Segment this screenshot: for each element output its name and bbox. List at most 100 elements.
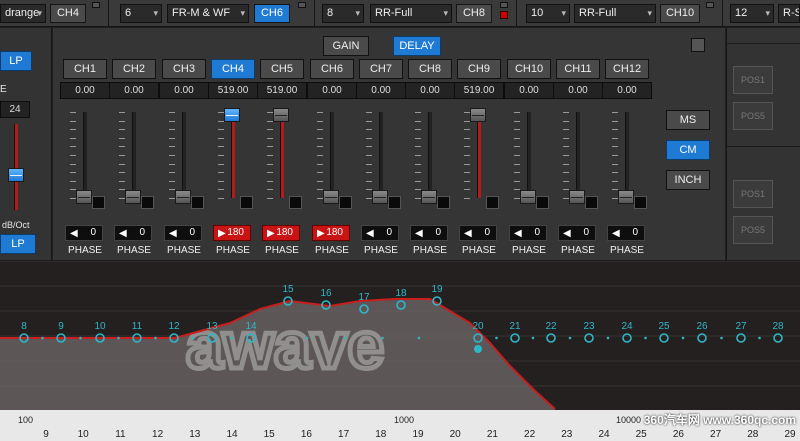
phase-toggle-button[interactable]: ▶ 180 <box>312 225 350 241</box>
delay-slider-handle[interactable] <box>421 190 437 204</box>
channel-number-dropdown[interactable]: 10 ▾ <box>526 4 570 23</box>
eq-band-node[interactable]: 27 <box>735 321 761 343</box>
channel-number-dropdown[interactable]: 6 ▾ <box>120 4 162 23</box>
selected-band-marker[interactable] <box>474 345 482 353</box>
phase-toggle-button[interactable]: ◀ 0 <box>509 225 547 241</box>
position-preset-button[interactable]: POS1 <box>733 66 773 94</box>
slope-slider-handle[interactable] <box>8 168 24 182</box>
delay-mode-button[interactable]: DELAY <box>393 36 441 56</box>
delay-slider-track[interactable] <box>625 112 629 198</box>
channel-mute-indicator[interactable] <box>486 196 499 209</box>
channel-delay-value[interactable]: 0.00 <box>109 82 159 99</box>
eq-band-node[interactable]: 21 <box>509 321 535 343</box>
delay-slider-handle[interactable] <box>224 108 240 122</box>
slope-value[interactable]: 24 <box>0 101 30 118</box>
channel-select-button-ch8[interactable]: CH8 <box>408 59 452 79</box>
channel-select-button-ch2[interactable]: CH2 <box>112 59 156 79</box>
delay-slider-handle[interactable] <box>175 190 191 204</box>
eq-band-handle[interactable] <box>546 333 556 343</box>
position-preset-button[interactable]: POS5 <box>733 102 773 130</box>
delay-slider-track[interactable] <box>330 112 334 198</box>
range-dropdown[interactable]: drange ▾ <box>0 4 46 23</box>
channel-delay-value[interactable]: 0.00 <box>504 82 554 99</box>
channel-mute-indicator[interactable] <box>240 196 253 209</box>
ch6-assign-button[interactable]: CH6 <box>254 4 290 23</box>
eq-band-node[interactable]: 28 <box>772 321 784 343</box>
delay-slider-handle[interactable] <box>323 190 339 204</box>
delay-slider-handle[interactable] <box>569 190 585 204</box>
delay-slider-track[interactable] <box>527 112 531 198</box>
channel-select-button-ch10[interactable]: CH10 <box>507 59 551 79</box>
ch8-assign-button[interactable]: CH8 <box>456 4 492 23</box>
phase-toggle-button[interactable]: ◀ 0 <box>164 225 202 241</box>
channel-select-button-ch9[interactable]: CH9 <box>457 59 501 79</box>
ch10-assign-button[interactable]: CH10 <box>660 4 700 23</box>
channel-mute-indicator[interactable] <box>585 196 598 209</box>
delay-slider-handle[interactable] <box>470 108 486 122</box>
channel-select-button-ch5[interactable]: CH5 <box>260 59 304 79</box>
channel-delay-value[interactable]: 0.00 <box>60 82 110 99</box>
eq-band-node[interactable]: 26 <box>696 321 723 343</box>
delay-slider-track[interactable] <box>428 112 432 198</box>
eq-band-handle[interactable] <box>584 333 594 343</box>
channel-mute-indicator[interactable] <box>92 196 105 209</box>
speaker-type-dropdown[interactable]: RR-Full ▾ <box>574 4 656 23</box>
channel-select-button-ch6[interactable]: CH6 <box>310 59 354 79</box>
phase-toggle-button[interactable]: ◀ 0 <box>607 225 645 241</box>
channel-delay-value[interactable]: 0.00 <box>356 82 406 99</box>
speaker-type-dropdown[interactable]: R-S <box>778 4 800 23</box>
eq-band-handle[interactable] <box>697 333 707 343</box>
eq-band-node[interactable]: 23 <box>583 321 610 343</box>
delay-slider-track[interactable] <box>182 112 186 198</box>
phase-toggle-button[interactable]: ◀ 0 <box>65 225 103 241</box>
eq-band-handle[interactable] <box>659 333 669 343</box>
slope-slider-track[interactable] <box>14 124 18 210</box>
delay-slider-track[interactable] <box>231 112 235 198</box>
unit-inch-button[interactable]: INCH <box>666 170 710 190</box>
eq-band-handle[interactable] <box>510 333 520 343</box>
channel-delay-value[interactable]: 519.00 <box>257 82 307 99</box>
ch4-assign-button[interactable]: CH4 <box>50 4 86 23</box>
phase-toggle-button[interactable]: ◀ 0 <box>114 225 152 241</box>
channel-select-button-ch12[interactable]: CH12 <box>605 59 649 79</box>
unit-ms-button[interactable]: MS <box>666 110 710 130</box>
channel-mute-indicator[interactable] <box>339 196 352 209</box>
eq-band-node[interactable]: 24 <box>621 321 647 343</box>
phase-toggle-button[interactable]: ◀ 0 <box>558 225 596 241</box>
phase-toggle-button[interactable]: ▶ 180 <box>262 225 300 241</box>
channel-number-dropdown[interactable]: 8 ▾ <box>322 4 364 23</box>
channel-mute-indicator[interactable] <box>388 196 401 209</box>
channel-mute-indicator[interactable] <box>634 196 647 209</box>
phase-toggle-button[interactable]: ◀ 0 <box>410 225 448 241</box>
position-preset-button[interactable]: POS1 <box>733 180 773 208</box>
delay-slider-handle[interactable] <box>76 190 92 204</box>
position-preset-button[interactable]: POS5 <box>733 216 773 244</box>
delay-slider-track[interactable] <box>83 112 87 198</box>
channel-delay-value[interactable]: 0.00 <box>307 82 357 99</box>
eq-band-node[interactable]: 25 <box>658 321 685 343</box>
channel-delay-value[interactable]: 519.00 <box>208 82 258 99</box>
gain-mode-button[interactable]: GAIN <box>323 36 369 56</box>
channel-delay-value[interactable]: 0.00 <box>553 82 603 99</box>
delay-slider-handle[interactable] <box>372 190 388 204</box>
channel-mute-indicator[interactable] <box>536 196 549 209</box>
channel-mute-indicator[interactable] <box>191 196 204 209</box>
delay-slider-handle[interactable] <box>618 190 634 204</box>
channel-mute-indicator[interactable] <box>289 196 302 209</box>
phase-toggle-button[interactable]: ◀ 0 <box>361 225 399 241</box>
delay-slider-track[interactable] <box>477 112 481 198</box>
channel-delay-value[interactable]: 0.00 <box>405 82 455 99</box>
eq-band-node[interactable]: 22 <box>545 321 572 343</box>
unit-cm-button[interactable]: CM <box>666 140 710 160</box>
delay-slider-track[interactable] <box>132 112 136 198</box>
channel-delay-value[interactable]: 0.00 <box>602 82 652 99</box>
eq-band-handle[interactable] <box>773 333 783 343</box>
eq-band-handle[interactable] <box>622 333 632 343</box>
speaker-type-dropdown[interactable]: RR-Full ▾ <box>370 4 452 23</box>
lp-filter-button[interactable]: LP <box>0 51 32 71</box>
channel-select-button-ch3[interactable]: CH3 <box>162 59 206 79</box>
channel-mute-indicator[interactable] <box>141 196 154 209</box>
eq-band-node[interactable]: 19 <box>431 284 443 306</box>
panel-toggle[interactable] <box>691 38 705 52</box>
channel-select-button-ch11[interactable]: CH11 <box>556 59 600 79</box>
